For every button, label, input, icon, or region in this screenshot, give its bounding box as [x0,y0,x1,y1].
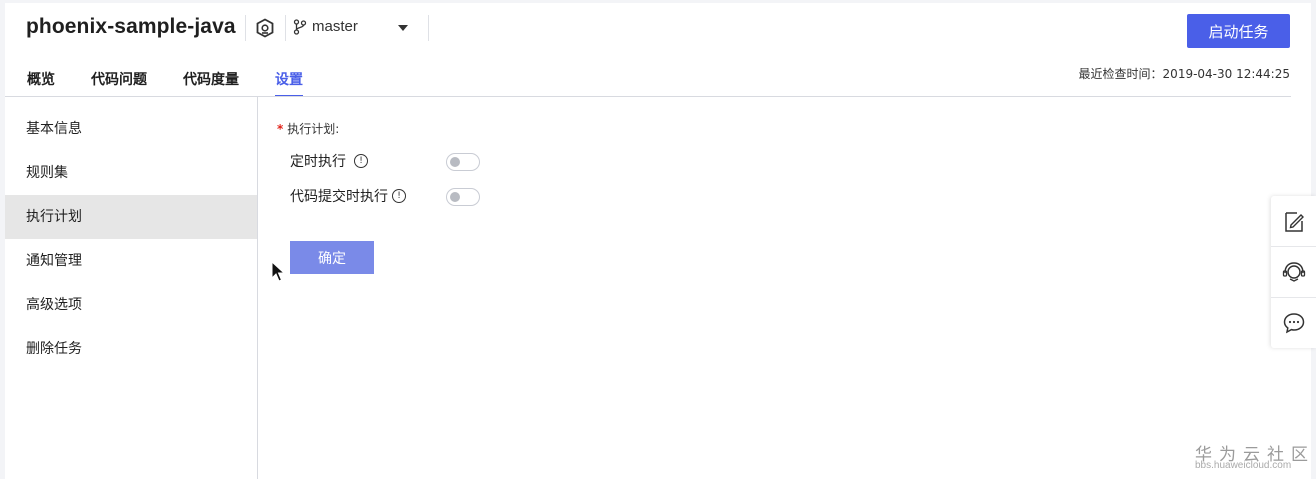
header-divider [5,96,1291,97]
toggle-knob [450,157,460,167]
confirm-button[interactable]: 确定 [290,241,374,274]
on-commit-execution-toggle[interactable] [446,188,480,206]
required-mark: * [277,122,284,136]
sidebar-item-advanced[interactable]: 高级选项 [5,283,257,327]
page: phoenix-sample-java master 启动任务 概览 代码问题 … [5,3,1316,479]
chevron-down-icon[interactable] [398,25,408,31]
branch-selector[interactable]: master [312,18,358,35]
repo-name: phoenix-sample-java [26,15,236,38]
sidebar-item-execution-plan[interactable]: 执行计划 [5,195,257,239]
support-headset-icon[interactable] [1282,260,1306,284]
task-header: phoenix-sample-java master 启动任务 概览 代码问题 … [5,3,1311,97]
sidebar-item-basic-info[interactable]: 基本信息 [5,107,257,151]
divider [1271,297,1316,298]
divider [1271,246,1316,247]
option-row-scheduled: 定时执行 ! [290,150,368,172]
tab-code-issues[interactable]: 代码问题 [91,69,147,97]
floating-toolbar [1271,196,1316,348]
divider [428,15,429,41]
scheduled-execution-label: 定时执行 [290,154,346,170]
sidebar-divider [257,97,258,479]
repo-icon[interactable] [255,18,275,38]
watermark-url: bbs.huaweicloud.com [1195,460,1292,471]
last-check-time: 最近检查时间：2019-04-30 12:44:25 [1078,67,1290,81]
chat-bubble-icon[interactable] [1282,311,1306,335]
tab-overview[interactable]: 概览 [27,69,55,97]
info-icon[interactable]: ! [392,189,406,203]
option-row-on-commit: 代码提交时执行 ! [290,185,406,207]
sidebar-item-rule-sets[interactable]: 规则集 [5,151,257,195]
mouse-cursor-icon [271,261,285,282]
tab-bar: 概览 代码问题 代码度量 设置 [27,69,339,97]
execution-plan-title: 执行计划: [287,122,340,136]
divider [245,15,246,41]
execution-plan-label: * 执行计划: [277,120,339,137]
start-task-button[interactable]: 启动任务 [1187,14,1290,48]
edit-note-icon[interactable] [1282,210,1306,234]
tab-code-metrics[interactable]: 代码度量 [183,69,239,97]
branch-icon [293,19,307,35]
on-commit-execution-label: 代码提交时执行 [290,189,388,205]
settings-sidebar: 基本信息 规则集 执行计划 通知管理 高级选项 删除任务 [5,107,257,371]
sidebar-item-delete-task[interactable]: 删除任务 [5,327,257,371]
tab-settings[interactable]: 设置 [275,69,303,97]
divider [285,15,286,41]
toggle-knob [450,192,460,202]
scheduled-execution-toggle[interactable] [446,153,480,171]
info-icon[interactable]: ! [354,154,368,168]
sidebar-item-notification[interactable]: 通知管理 [5,239,257,283]
